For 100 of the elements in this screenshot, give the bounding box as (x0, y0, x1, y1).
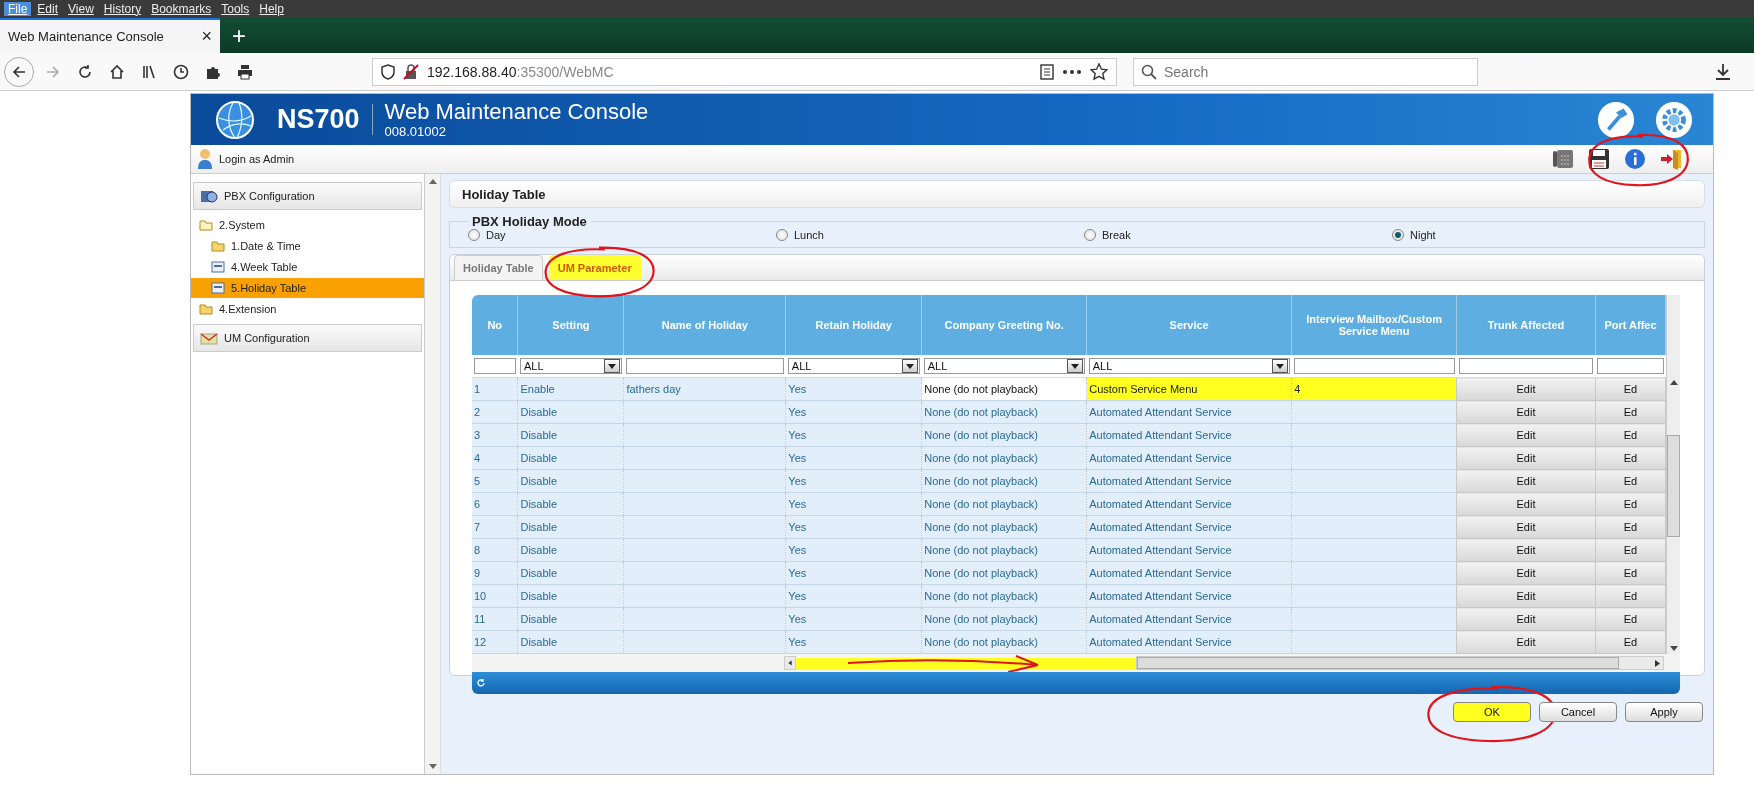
print-icon[interactable] (236, 62, 254, 81)
table-cell: Automated Attendant Service (1086, 538, 1292, 562)
edit-button[interactable]: Edit (1456, 377, 1596, 401)
sidebar-section[interactable]: UM Configuration (193, 324, 422, 352)
exit-door-icon[interactable] (1659, 148, 1683, 170)
search-field[interactable]: Search (1133, 57, 1478, 86)
edit-button[interactable]: Edit (1456, 630, 1596, 654)
edit-button[interactable]: Edit (1456, 492, 1596, 516)
hammer-icon[interactable] (1597, 100, 1635, 139)
menu-item[interactable]: History (99, 2, 146, 16)
table-cell: Automated Attendant Service (1086, 515, 1292, 539)
info-icon[interactable] (1623, 148, 1647, 170)
address-bar[interactable]: 192.168.88.40:35300/WebMC (372, 57, 1117, 86)
edit-button[interactable]: Edit (1456, 469, 1596, 493)
table-cell: None (do not playback) (921, 400, 1087, 424)
table-cell: 1 (472, 377, 518, 401)
apply-button[interactable]: Apply (1625, 702, 1703, 722)
edit-button[interactable]: Edit (1456, 561, 1596, 585)
filter-field[interactable] (1597, 358, 1664, 374)
filter-field[interactable] (625, 358, 784, 374)
mode-radio[interactable]: Break (1084, 229, 1392, 241)
scroll-up-icon[interactable] (428, 178, 437, 184)
table-cell: 5 (472, 469, 518, 493)
table-cell: None (do not playback) (921, 538, 1087, 562)
tree-item[interactable]: 4.Week Table (191, 257, 424, 277)
menu-item[interactable]: Tools (217, 2, 254, 16)
table-cell: Yes (785, 492, 922, 516)
filter-dropdown[interactable]: ALL (519, 358, 622, 374)
refresh-icon[interactable] (476, 678, 486, 688)
mode-radio[interactable]: Lunch (776, 229, 1084, 241)
insecure-lock-icon (403, 63, 419, 80)
tree-item[interactable]: 1.Date & Time (191, 236, 424, 256)
home-icon[interactable] (108, 62, 126, 81)
table-cell: Automated Attendant Service (1086, 584, 1292, 608)
table-cell: 10 (472, 584, 518, 608)
table-cell: Automated Attendant Service (1086, 630, 1292, 654)
table-cell: None (do not playback) (921, 446, 1087, 470)
folder-icon (199, 303, 213, 315)
table-cell: Automated Attendant Service (1086, 492, 1292, 516)
menu-item[interactable]: Edit (33, 2, 63, 16)
table-cell: 2 (472, 400, 518, 424)
login-text: Login as Admin (219, 153, 295, 165)
filter-field[interactable] (1458, 358, 1594, 374)
user-icon (197, 148, 213, 170)
cancel-button[interactable]: Cancel (1539, 702, 1617, 722)
tab[interactable]: UM Parameter (548, 255, 641, 280)
tree-item[interactable]: 5.Holiday Table (191, 278, 424, 298)
mode-radio[interactable]: Day (468, 229, 776, 241)
edit-button[interactable]: Edit (1456, 538, 1596, 562)
tree-item[interactable]: 2.System (191, 215, 424, 235)
download-icon[interactable] (1714, 62, 1732, 81)
new-tab-button[interactable]: + (220, 18, 258, 53)
history-icon[interactable] (172, 62, 190, 81)
filter-field[interactable] (1293, 358, 1455, 374)
menu-item[interactable]: Help (255, 2, 288, 16)
table-cell: Automated Attendant Service (1086, 446, 1292, 470)
sidebar-section[interactable]: PBX Configuration (193, 182, 422, 210)
mode-radio[interactable]: Night (1392, 229, 1686, 241)
filter-field[interactable] (474, 358, 516, 374)
edit-button[interactable]: Edit (1456, 584, 1596, 608)
table-cell: Yes (785, 469, 922, 493)
more-icon[interactable] (1062, 68, 1082, 75)
envelope-icon (200, 330, 218, 346)
scroll-down-icon[interactable] (428, 764, 437, 770)
tree-item[interactable]: 4.Extension (191, 299, 424, 319)
star-icon[interactable] (1090, 62, 1108, 81)
scroll-down-icon[interactable] (1669, 646, 1678, 652)
edit-button[interactable]: Edit (1456, 423, 1596, 447)
ok-button[interactable]: OK (1453, 702, 1531, 722)
reader-view-icon[interactable] (1040, 63, 1054, 80)
scroll-up-icon[interactable] (1669, 379, 1678, 385)
tab[interactable]: Holiday Table (454, 255, 543, 280)
scrollbar-thumb[interactable] (1667, 434, 1680, 537)
filter-dropdown[interactable]: ALL (787, 358, 920, 374)
filter-dropdown[interactable]: ALL (923, 358, 1085, 374)
table-cell: None (do not playback) (921, 630, 1087, 654)
table-cell: Yes (785, 446, 922, 470)
table-cell: Yes (785, 584, 922, 608)
table-cell: Yes (785, 630, 922, 654)
menu-item[interactable]: Bookmarks (147, 2, 216, 16)
scroll-left-icon[interactable] (784, 656, 796, 670)
table-cell: 4 (472, 446, 518, 470)
table-cell: 9 (472, 561, 518, 585)
table-cell: 11 (472, 607, 518, 631)
filter-dropdown[interactable]: ALL (1088, 358, 1290, 374)
edit-button[interactable]: Edit (1456, 607, 1596, 631)
reload-icon[interactable] (76, 62, 94, 81)
menu-item[interactable]: View (64, 2, 98, 16)
table-cell: Automated Attendant Service (1086, 423, 1292, 447)
edit-button[interactable]: Edit (1456, 446, 1596, 470)
edit-button[interactable]: Edit (1456, 515, 1596, 539)
edit-button[interactable]: Edit (1456, 400, 1596, 424)
shield-icon (381, 63, 395, 80)
browser-tab[interactable]: Web Maintenance Console × (0, 18, 220, 53)
scroll-right-icon[interactable] (1655, 659, 1660, 667)
horizontal-scrollbar[interactable] (1136, 656, 1664, 670)
close-tab-button[interactable]: × (201, 26, 212, 47)
table-cell: 8 (472, 538, 518, 562)
table-cell: Yes (785, 377, 922, 401)
phone-icon[interactable] (1551, 148, 1575, 170)
